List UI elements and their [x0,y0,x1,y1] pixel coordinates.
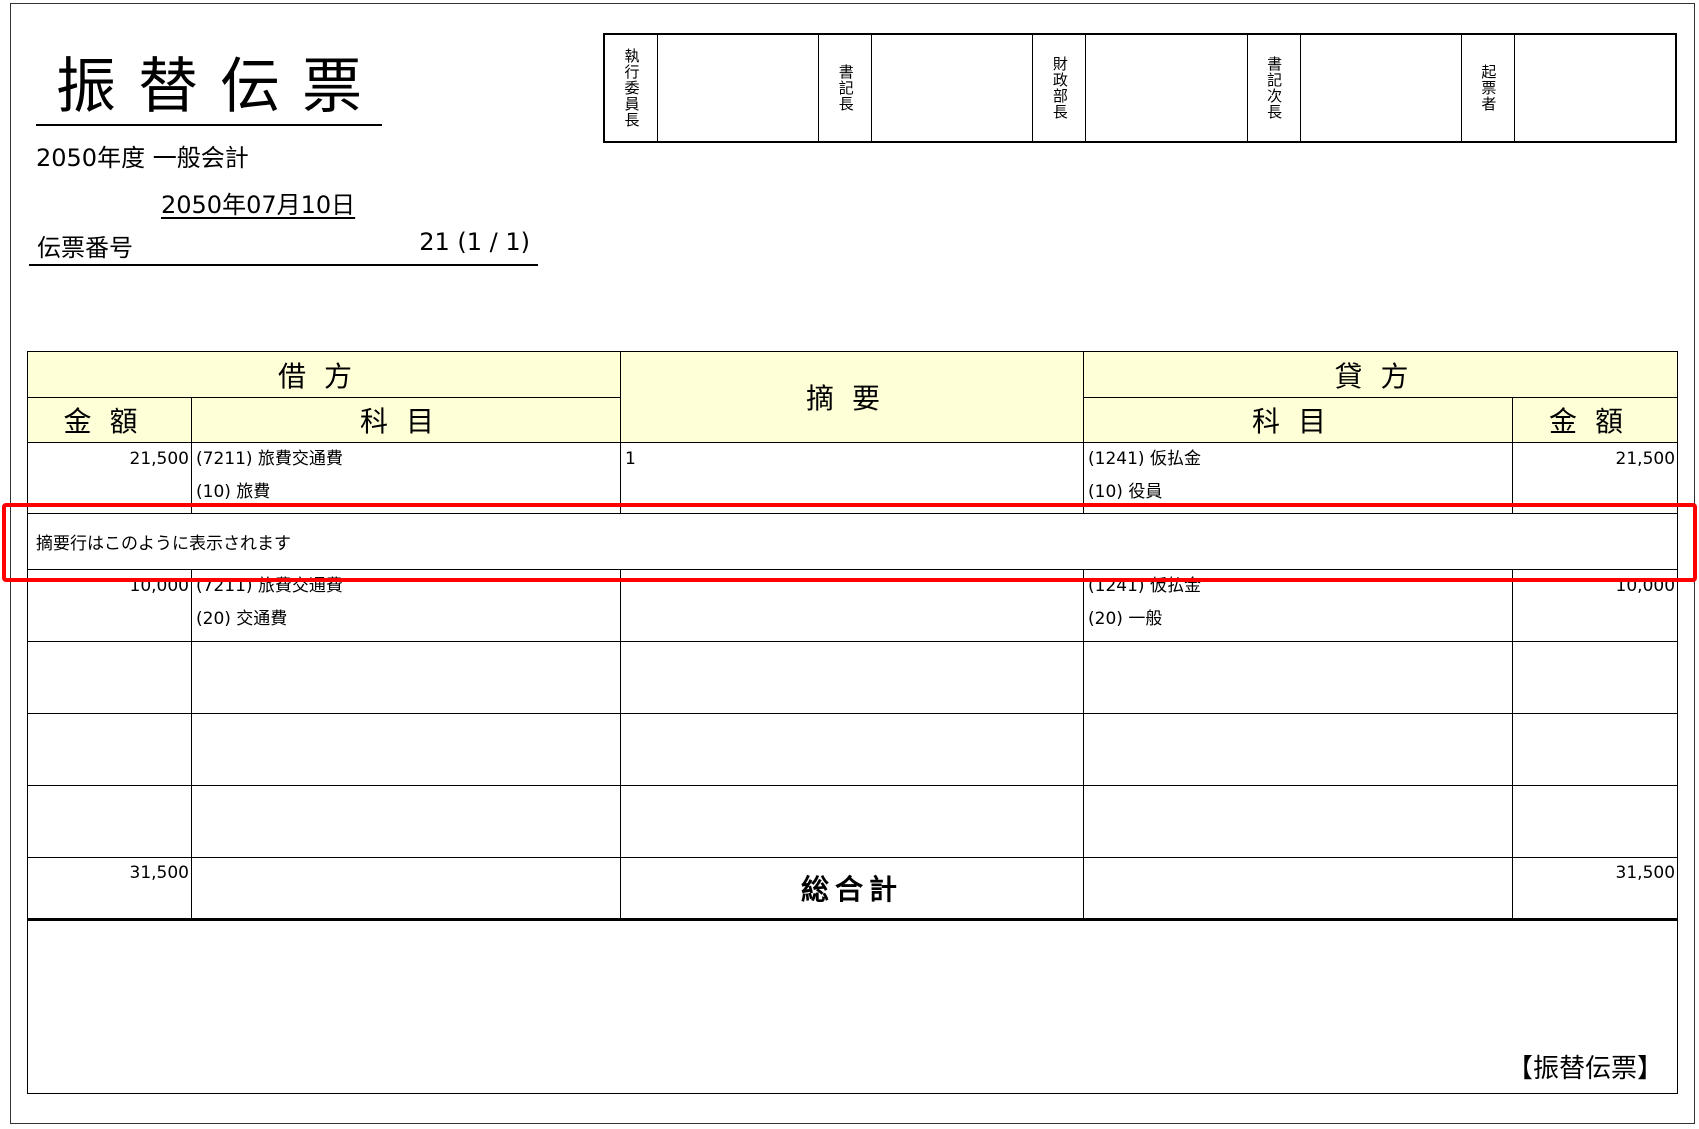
empty-cell [27,713,192,786]
empty-cell [1083,785,1514,858]
stamp-label: 執行委員長 [605,35,658,141]
page-title: 振替伝票 [36,50,382,126]
stamp-label: 書記長 [819,35,873,141]
empty-cell [190,713,622,786]
empty-cell [1083,857,1514,920]
total-credit-amount: 31,500 [1512,857,1679,920]
credit-amount: 10,000 [1512,569,1679,642]
empty-cell [1512,785,1679,858]
stamp-box [1515,35,1675,141]
credit-account: (1241) 仮払金 (10) 役員 [1083,442,1514,514]
empty-cell [1512,713,1679,786]
empty-cell [27,785,192,858]
stamp-label: 起票者 [1462,35,1515,141]
footer-voucher-tag: 【振替伝票】 [1507,1054,1664,1084]
total-debit-amount: 31,500 [27,857,192,920]
stamp-box [872,35,1032,141]
empty-cell [1083,641,1514,714]
credit-account-header: 科目 [1083,397,1514,443]
table-row: 21,500 (7211) 旅費交通費 (10) 旅費 1 (1241) 仮払金(… [27,442,1679,514]
empty-cell [620,713,1085,786]
approval-stamp-boxes: 執行委員長 書記長 財政部長 書記次長 起票者 [603,33,1677,143]
table-row: 10,000 (7211) 旅費交通費 (20) 交通費 (1241) 仮払金 (2… [27,569,1679,642]
footer-row: 【振替伝票】 [26,918,1679,1094]
table-row-empty [27,713,1679,786]
credit-amount: 21,500 [1512,442,1679,514]
total-label: 総合計 [620,857,1085,920]
table-row-empty [27,641,1679,714]
stamp-box [1301,35,1461,141]
debit-amount-header: 金額 [27,397,192,443]
slip-number-value: 21 (1 / 1) [419,228,530,256]
memo-line-row: 摘要行はこのように表示されます [26,513,1679,570]
stamp-label: 財政部長 [1033,35,1087,141]
empty-cell [190,641,622,714]
memo-header: 摘要 [620,351,1085,443]
stamp-box [658,35,818,141]
table-header-row: 借方 摘要 貸方 [26,351,1679,443]
voucher-table: 借方 摘要 貸方 金額 科目 科目 金額 21,500 (7211) 旅費交通費… [26,351,1679,1094]
memo-cell [620,569,1085,642]
empty-cell [190,857,622,920]
stamp-drafter: 起票者 [1460,35,1675,141]
voucher-date: 2050年07月10日 [161,191,356,219]
credit-amount-header: 金額 [1512,397,1679,443]
empty-cell [190,785,622,858]
table-row-empty [27,785,1679,858]
empty-cell [27,641,192,714]
credit-header: 貸方 [1083,351,1679,398]
stamp-executive-chair: 執行委員長 [605,35,818,141]
memo-line-text: 摘要行はこのように表示されます [26,513,1679,570]
memo-cell: 1 [620,442,1085,514]
total-row: 31,500 総合計 31,500 [27,857,1679,920]
slip-number-label: 伝票番号 [37,234,133,262]
empty-cell [620,641,1085,714]
empty-cell [620,785,1085,858]
stamp-box [1086,35,1246,141]
stamp-finance-director: 財政部長 [1032,35,1246,141]
footer-area: 【振替伝票】 [26,918,1679,1094]
debit-header: 借方 [26,351,622,398]
debit-account: (7211) 旅費交通費 (20) 交通費 [190,569,622,642]
fiscal-year-label: 2050年度 一般会計 [36,144,249,172]
debit-account-header: 科目 [190,397,622,443]
debit-account: (7211) 旅費交通費 (10) 旅費 [190,442,622,514]
credit-account: (1241) 仮払金 (20) 一般 [1083,569,1514,642]
slip-number-row: 伝票番号 21 (1 / 1) [29,228,538,266]
empty-cell [1512,641,1679,714]
debit-amount: 21,500 [27,442,192,514]
debit-amount: 10,000 [27,569,192,642]
stamp-label: 書記次長 [1248,35,1301,141]
stamp-secretary-general: 書記長 [818,35,1032,141]
stamp-deputy-secretary: 書記次長 [1246,35,1461,141]
empty-cell [1083,713,1514,786]
